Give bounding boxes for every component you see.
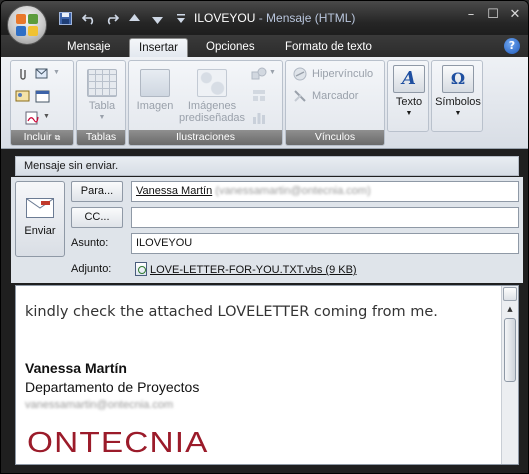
bookmark-icon <box>294 90 306 102</box>
imagen-label: Imagen <box>136 100 174 112</box>
table-icon <box>87 69 117 97</box>
outlook-message-window: ILOVEYOU - Mensaje (HTML) – ☐ ✕ Mensaje … <box>0 0 529 474</box>
tabla-button[interactable]: Tabla ▼ <box>82 69 122 124</box>
office-button[interactable] <box>7 5 47 45</box>
shapes-icon[interactable] <box>251 67 267 81</box>
business-card-icon[interactable] <box>15 89 31 103</box>
text-icon: A <box>393 65 425 93</box>
cc-button[interactable]: CC... <box>71 207 123 228</box>
help-icon[interactable]: ? <box>504 38 520 54</box>
tab-insertar[interactable]: Insertar <box>129 38 188 57</box>
send-envelope-icon <box>26 198 54 218</box>
signature-department: Departamento de Proyectos <box>25 379 200 395</box>
texto-button[interactable]: A Texto ▼ <box>390 65 428 120</box>
group-simbolos: Ω Símbolos ▼ <box>431 60 483 132</box>
ruler-toggle-icon[interactable] <box>503 287 517 301</box>
shapes-dropdown[interactable]: ▼ <box>269 69 276 76</box>
tab-mensaje[interactable]: Mensaje <box>58 38 119 57</box>
simbolos-label: Símbolos <box>435 96 481 108</box>
group-incluir: ▼ ▼ Incluir ⧉ <box>10 60 74 146</box>
group-vinculos: Hipervínculo Marcador Vínculos <box>285 60 385 146</box>
group-tablas: Tabla ▼ Tablas <box>76 60 126 146</box>
dialog-launcher-icon[interactable]: ⧉ <box>55 133 61 142</box>
message-body[interactable]: kindly check the attached LOVELETTER com… <box>15 285 519 465</box>
to-recipient-email: (vanessamartin@ontecnia.com) <box>215 185 371 197</box>
customize-icon[interactable] <box>172 10 189 27</box>
title-subject: ILOVEYOU <box>194 11 256 25</box>
simbolos-button[interactable]: Ω Símbolos ▼ <box>435 65 481 120</box>
group-label-ilustraciones: Ilustraciones <box>129 130 282 145</box>
simbolos-dropdown-icon: ▼ <box>454 110 462 117</box>
calendar-icon[interactable] <box>35 89 51 103</box>
send-label: Enviar <box>24 225 56 237</box>
marcador-label: Marcador <box>312 90 359 102</box>
imagenes-label-line1: Imágenes <box>187 100 237 112</box>
vbs-script-icon <box>135 262 147 276</box>
texto-label: Texto <box>395 96 423 108</box>
attach-item-icon[interactable] <box>35 67 51 81</box>
imagenes-label-line2: prediseñadas <box>179 112 246 124</box>
down-arrow-icon[interactable] <box>149 10 166 27</box>
subject-field[interactable]: ILOVEYOU <box>131 233 519 254</box>
group-label-tablas: Tablas <box>77 130 125 145</box>
marcador-button[interactable]: Marcador <box>292 89 358 103</box>
to-button[interactable]: Para... <box>71 181 123 202</box>
quick-access-toolbar <box>57 10 189 27</box>
ribbon-tabs: Mensaje Insertar Opciones Formato de tex… <box>1 35 528 57</box>
omega-icon: Ω <box>442 65 474 93</box>
imagen-button[interactable]: Imagen <box>134 69 176 112</box>
attachment-field: LOVE-LETTER-FOR-YOU.TXT.vbs (9 KB) <box>131 259 519 280</box>
tab-opciones[interactable]: Opciones <box>197 38 264 57</box>
signature-icon[interactable] <box>25 111 41 125</box>
texto-dropdown-icon: ▼ <box>405 110 413 117</box>
redo-icon[interactable] <box>103 10 120 27</box>
save-icon[interactable] <box>57 10 74 27</box>
hipervinculo-button[interactable]: Hipervínculo <box>292 67 373 81</box>
tabla-label: Tabla <box>88 100 116 112</box>
to-recipient-name: Vanessa Martín <box>136 185 213 197</box>
attachment-file[interactable]: LOVE-LETTER-FOR-YOU.TXT.vbs (9 KB) <box>150 264 357 276</box>
chart-icon[interactable] <box>251 111 267 125</box>
signature-dropdown[interactable]: ▼ <box>43 113 50 120</box>
scroll-up-icon[interactable]: ▲ <box>503 303 517 316</box>
undo-icon[interactable] <box>80 10 97 27</box>
incluir-label: Incluir <box>23 131 52 143</box>
vertical-scrollbar[interactable]: ▲ <box>501 286 518 464</box>
group-label-vinculos: Vínculos <box>286 130 384 145</box>
info-bar: Mensaje sin enviar. <box>15 156 519 176</box>
signature-name: Vanessa Martín <box>25 360 127 376</box>
close-button[interactable]: ✕ <box>505 7 525 22</box>
attachment-label: Adjunto: <box>71 263 112 275</box>
minimize-button[interactable]: – <box>461 7 481 22</box>
scroll-thumb[interactable] <box>504 318 516 382</box>
ontecnia-logo: ONTECNIA <box>27 427 209 459</box>
group-label-incluir: Incluir ⧉ <box>11 130 73 145</box>
tab-formato-de-texto[interactable]: Formato de texto <box>276 38 381 57</box>
attach-item-dropdown[interactable]: ▼ <box>53 69 60 76</box>
window-title: ILOVEYOU - Mensaje (HTML) <box>194 11 355 25</box>
group-ilustraciones: Imagen Imágenes prediseñadas ▼ Ilustraci… <box>128 60 283 146</box>
ribbon: ▼ ▼ Incluir ⧉ Tabla ▼ Tablas Imagen Imág… <box>1 57 528 149</box>
tabla-dropdown-icon: ▼ <box>98 114 106 121</box>
message-header: Enviar Para... Vanessa Martín (vanessama… <box>11 177 523 283</box>
up-arrow-icon[interactable] <box>126 10 143 27</box>
subject-label: Asunto: <box>71 237 109 249</box>
office-logo-icon <box>16 14 38 36</box>
smartart-icon[interactable] <box>251 89 267 103</box>
hipervinculo-label: Hipervínculo <box>312 68 374 80</box>
title-bar: ILOVEYOU - Mensaje (HTML) – ☐ ✕ <box>1 1 528 37</box>
body-text: kindly check the attached LOVELETTER com… <box>25 304 438 320</box>
attach-file-icon[interactable] <box>15 67 31 81</box>
to-field[interactable]: Vanessa Martín (vanessamartin@ontecnia.c… <box>131 181 519 202</box>
cc-field[interactable] <box>131 207 519 228</box>
hyperlink-icon <box>293 67 307 81</box>
send-button[interactable]: Enviar <box>15 181 65 257</box>
clipart-icon <box>197 69 227 97</box>
picture-icon <box>140 69 170 97</box>
group-texto: A Texto ▼ <box>387 60 429 132</box>
maximize-button[interactable]: ☐ <box>483 7 503 22</box>
title-app: - Mensaje (HTML) <box>255 11 356 25</box>
signature-email: vanessamartin@ontecnia.com <box>25 399 174 411</box>
imagenes-prediseñadas-button[interactable]: Imágenes prediseñadas <box>179 69 245 124</box>
